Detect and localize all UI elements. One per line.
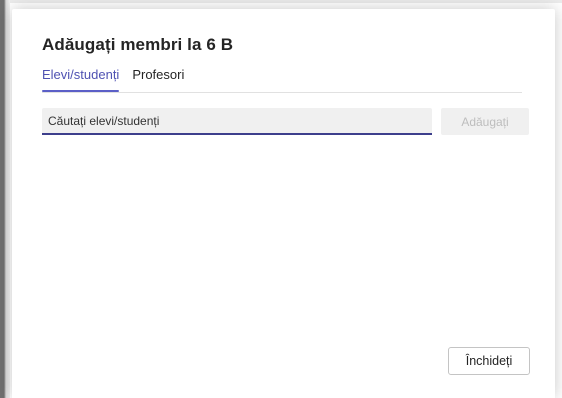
member-type-tabs: Elevi/studenți Profesori (42, 67, 522, 93)
window-left-edge (0, 0, 10, 398)
dialog-title: Adăugați membri la 6 B (42, 35, 234, 54)
tab-teachers[interactable]: Profesori (132, 67, 184, 87)
search-students-input[interactable] (42, 108, 432, 135)
window-top-edge (0, 0, 562, 3)
tab-students[interactable]: Elevi/studenți (42, 67, 120, 92)
add-button[interactable]: Adăugați (441, 108, 529, 135)
add-members-dialog: Adăugați membri la 6 B Elevi/studenți Pr… (12, 9, 555, 398)
screen: Adăugați membri la 6 B Elevi/studenți Pr… (0, 0, 562, 398)
close-button[interactable]: Închideți (448, 347, 530, 375)
